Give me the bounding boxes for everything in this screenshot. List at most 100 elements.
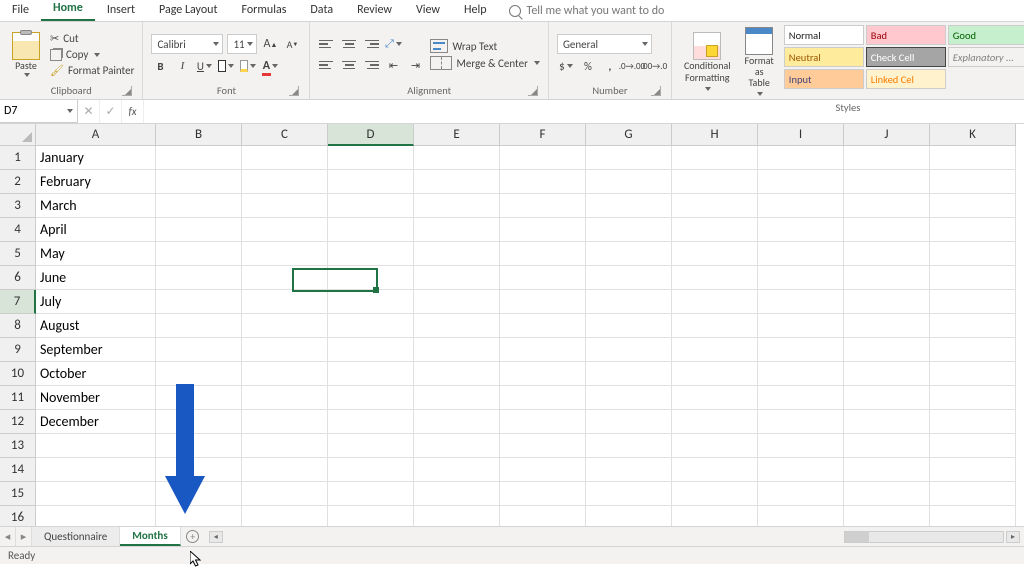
cell[interactable] <box>414 266 500 290</box>
sheet-tab-questionnaire[interactable]: Questionnaire <box>32 527 120 546</box>
style-explanatory[interactable]: Explanatory ... <box>948 47 1024 67</box>
cell[interactable] <box>672 290 758 314</box>
cell[interactable] <box>156 170 242 194</box>
cell[interactable] <box>844 242 930 266</box>
column-header-B[interactable]: B <box>156 124 242 146</box>
cell[interactable] <box>930 434 1016 458</box>
cell[interactable] <box>500 434 586 458</box>
tab-help[interactable]: Help <box>452 0 499 21</box>
cell[interactable] <box>156 218 242 242</box>
cell[interactable] <box>586 482 672 506</box>
cell[interactable] <box>844 194 930 218</box>
sheet-tab-months[interactable]: Months <box>120 527 180 546</box>
row-header-12[interactable]: 12 <box>0 410 36 434</box>
row-header-4[interactable]: 4 <box>0 218 36 242</box>
column-header-J[interactable]: J <box>844 124 930 146</box>
cell[interactable] <box>156 386 242 410</box>
cell[interactable] <box>586 362 672 386</box>
cell[interactable] <box>156 290 242 314</box>
cell[interactable] <box>414 170 500 194</box>
column-header-K[interactable]: K <box>930 124 1016 146</box>
worksheet-grid[interactable]: ABCDEFGHIJK 12345678910111213141516 Janu… <box>0 124 1024 526</box>
cell[interactable] <box>930 146 1016 170</box>
italic-button[interactable]: I <box>173 57 191 75</box>
cancel-formula-button[interactable]: ✕ <box>78 100 100 123</box>
cell[interactable] <box>242 506 328 526</box>
column-header-E[interactable]: E <box>414 124 500 146</box>
cell[interactable] <box>242 338 328 362</box>
cell[interactable] <box>414 242 500 266</box>
cell[interactable] <box>758 218 844 242</box>
cell-styles-gallery[interactable]: Normal Bad Good Neutral Check Cell Expla… <box>784 25 1024 101</box>
row-header-7[interactable]: 7 <box>0 290 36 314</box>
style-good[interactable]: Good <box>948 25 1024 45</box>
cell[interactable] <box>930 194 1016 218</box>
cell[interactable] <box>672 362 758 386</box>
tab-formulas[interactable]: Formulas <box>229 0 298 21</box>
cell[interactable] <box>844 338 930 362</box>
cell[interactable] <box>930 386 1016 410</box>
cell[interactable] <box>930 410 1016 434</box>
cell[interactable]: April <box>36 218 156 242</box>
tab-home[interactable]: Home <box>41 0 95 21</box>
cell[interactable] <box>328 218 414 242</box>
tell-me-search[interactable]: Tell me what you want to do <box>499 1 675 21</box>
cell[interactable] <box>242 194 328 218</box>
dialog-launcher-icon[interactable] <box>289 86 299 96</box>
cell[interactable] <box>672 482 758 506</box>
cell[interactable] <box>500 458 586 482</box>
cell[interactable] <box>500 146 586 170</box>
borders-button[interactable] <box>217 57 235 75</box>
style-bad[interactable]: Bad <box>866 25 946 45</box>
style-input[interactable]: Input <box>784 69 864 89</box>
cell[interactable] <box>586 386 672 410</box>
row-header-9[interactable]: 9 <box>0 338 36 362</box>
cell[interactable] <box>586 194 672 218</box>
cell[interactable] <box>500 362 586 386</box>
cell[interactable] <box>156 434 242 458</box>
cell[interactable] <box>930 338 1016 362</box>
underline-button[interactable]: U <box>195 57 213 75</box>
sheet-nav-prev[interactable]: ▸ <box>16 527 32 546</box>
cell[interactable] <box>328 266 414 290</box>
scroll-right-button[interactable]: ▸ <box>1006 531 1020 543</box>
cell[interactable] <box>242 218 328 242</box>
cell[interactable] <box>500 194 586 218</box>
align-center-button[interactable] <box>340 56 358 74</box>
cell[interactable]: June <box>36 266 156 290</box>
cell[interactable]: September <box>36 338 156 362</box>
cell[interactable] <box>844 458 930 482</box>
shrink-font-button[interactable]: A▼ <box>283 35 301 53</box>
cell[interactable] <box>328 146 414 170</box>
cell[interactable] <box>844 146 930 170</box>
cell[interactable]: February <box>36 170 156 194</box>
cell[interactable] <box>242 482 328 506</box>
cell[interactable] <box>844 386 930 410</box>
copy-button[interactable]: Copy <box>50 48 134 61</box>
style-linked-cell[interactable]: Linked Cel <box>866 69 946 89</box>
cell[interactable] <box>242 242 328 266</box>
cell[interactable]: January <box>36 146 156 170</box>
cell[interactable] <box>414 290 500 314</box>
cell[interactable] <box>500 266 586 290</box>
cell[interactable] <box>930 170 1016 194</box>
cell[interactable] <box>844 434 930 458</box>
cell[interactable] <box>672 242 758 266</box>
format-painter-button[interactable]: 🖌Format Painter <box>50 64 134 77</box>
cell[interactable] <box>156 266 242 290</box>
cell[interactable] <box>156 482 242 506</box>
number-format-select[interactable]: General <box>557 34 652 54</box>
cell[interactable] <box>500 290 586 314</box>
cell[interactable] <box>930 458 1016 482</box>
cell[interactable] <box>844 314 930 338</box>
format-as-table-button[interactable]: Format as Table <box>741 25 778 101</box>
cell[interactable] <box>758 194 844 218</box>
bold-button[interactable]: B <box>151 57 169 75</box>
decrease-decimal-button[interactable]: .00→.0 <box>645 57 663 75</box>
cell[interactable] <box>156 458 242 482</box>
cell[interactable] <box>758 458 844 482</box>
cell[interactable] <box>414 434 500 458</box>
cell[interactable] <box>242 458 328 482</box>
cell[interactable] <box>672 266 758 290</box>
cell[interactable] <box>414 146 500 170</box>
